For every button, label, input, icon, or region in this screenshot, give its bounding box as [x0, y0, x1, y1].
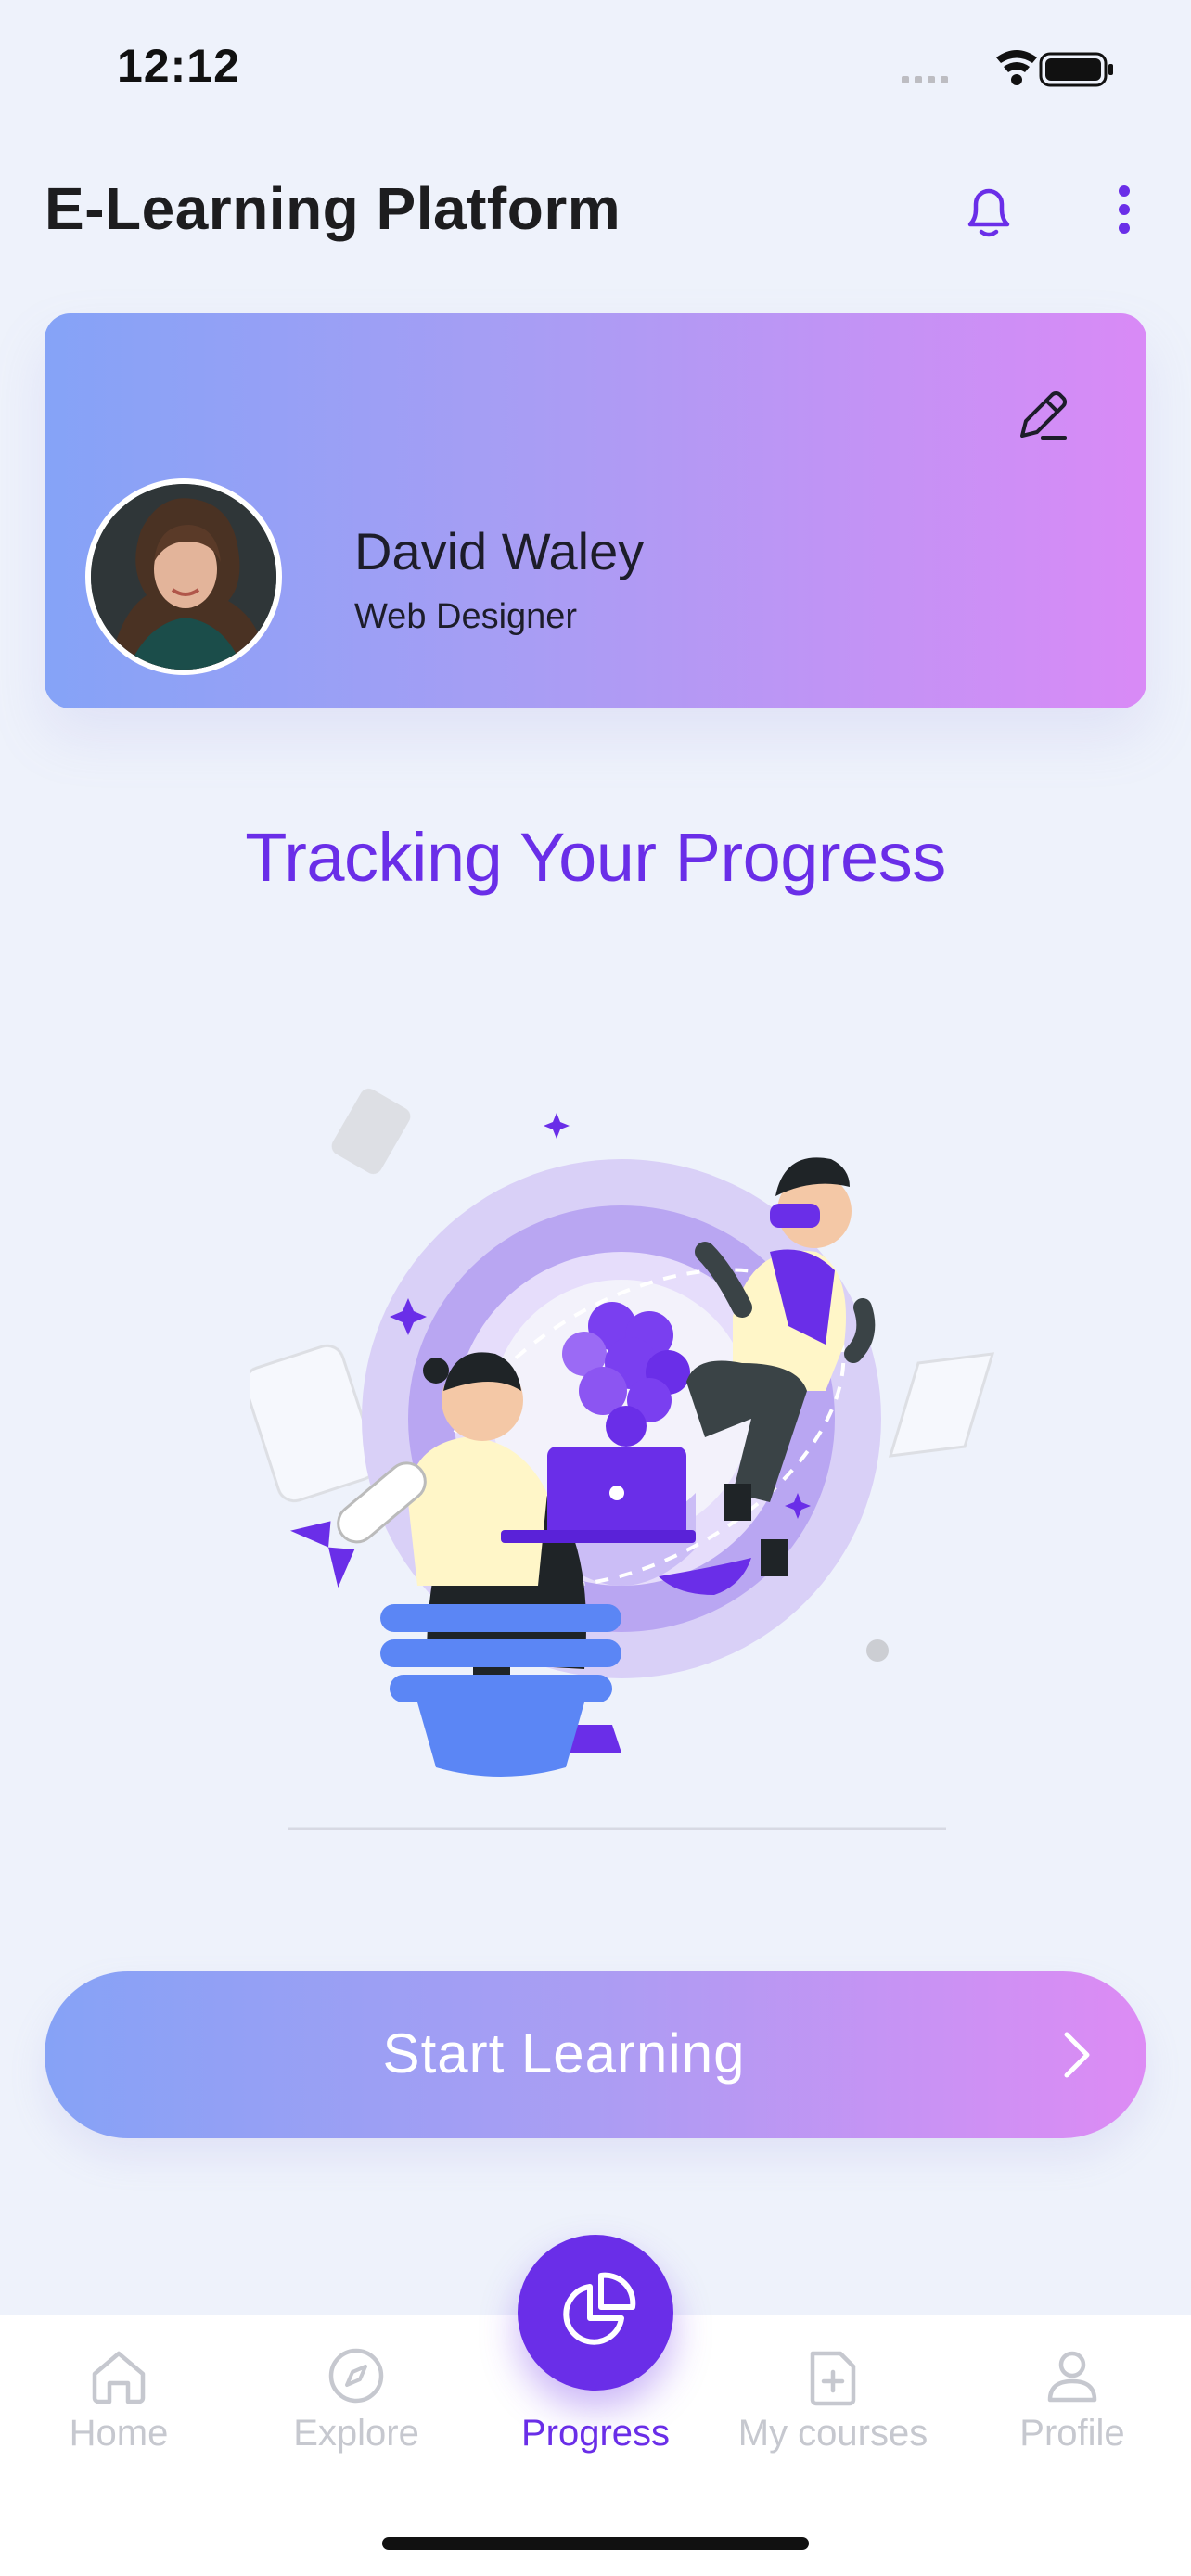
status-icons: [902, 50, 1113, 87]
nav-label-my-courses: My courses: [737, 2413, 928, 2454]
progress-illustration: [250, 1089, 995, 1830]
section-heading: Tracking Your Progress: [245, 819, 946, 896]
bell-icon: [967, 188, 1010, 237]
nav-label-profile: Profile: [1019, 2413, 1125, 2454]
home-indicator: [382, 2537, 809, 2550]
user-role: Web Designer: [354, 597, 578, 636]
wifi-icon: [996, 50, 1037, 85]
nav-item-my-courses[interactable]: My courses: [714, 2315, 952, 2528]
notification-button[interactable]: [955, 178, 1022, 245]
compass-icon: [328, 2348, 384, 2404]
more-vertical-icon: [1119, 185, 1130, 234]
avatar[interactable]: [85, 478, 282, 675]
nav-item-profile[interactable]: Profile: [954, 2315, 1191, 2528]
profile-photo: [91, 484, 276, 670]
more-options-button[interactable]: [1100, 178, 1148, 245]
user-icon: [1047, 2351, 1097, 2403]
nav-item-home[interactable]: Home: [0, 2315, 237, 2528]
page-title: E-Learning Platform: [45, 175, 621, 242]
pie-chart-icon: [563, 2272, 636, 2345]
nav-label-explore: Explore: [293, 2413, 419, 2454]
edit-profile-button[interactable]: [1005, 380, 1080, 454]
home-icon: [92, 2351, 146, 2404]
start-learning-label: Start Learning: [382, 2022, 746, 2085]
cellular-signal-icon: [902, 76, 948, 83]
status-time: 12:12: [117, 40, 240, 92]
pencil-icon: [1020, 391, 1067, 440]
chevron-right-icon: [1064, 2032, 1090, 2078]
file-plus-icon: [810, 2351, 856, 2406]
progress-fab-button[interactable]: [518, 2235, 673, 2391]
nav-label-home: Home: [69, 2413, 169, 2454]
start-learning-button[interactable]: Start Learning: [45, 1971, 1146, 2138]
battery-icon: [1039, 52, 1113, 87]
user-name: David Waley: [354, 522, 645, 580]
nav-item-explore[interactable]: Explore: [237, 2315, 475, 2528]
profile-card: David Waley Web Designer: [45, 313, 1146, 708]
nav-label-progress: Progress: [520, 2413, 671, 2454]
